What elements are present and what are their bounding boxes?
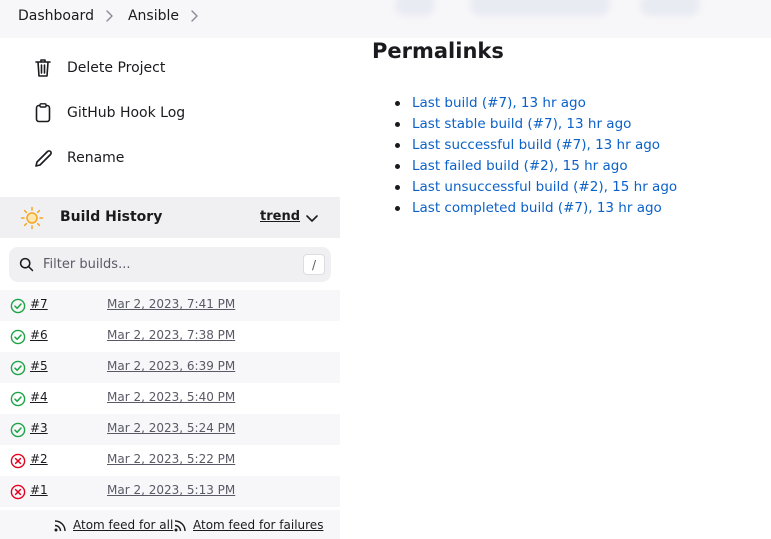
- build-row: #1 Mar 2, 2023, 5:13 PM: [0, 476, 340, 507]
- build-row: #2 Mar 2, 2023, 5:22 PM: [0, 445, 340, 476]
- permalink-link[interactable]: Last failed build (#2), 15 hr ago: [412, 158, 628, 174]
- task-label: GitHub Hook Log: [67, 105, 186, 121]
- sun-icon: [20, 206, 44, 230]
- permalink-link[interactable]: Last completed build (#7), 13 hr ago: [412, 200, 662, 216]
- permalink-link[interactable]: Last build (#7), 13 hr ago: [412, 95, 586, 111]
- trash-icon: [32, 57, 54, 79]
- atom-feed-all-link[interactable]: Atom feed for all: [54, 518, 173, 532]
- task-label: Delete Project: [67, 60, 166, 76]
- search-icon: [19, 257, 34, 272]
- build-time-link[interactable]: Mar 2, 2023, 5:24 PM: [107, 421, 235, 435]
- build-row: #6 Mar 2, 2023, 7:38 PM: [0, 321, 340, 352]
- build-time-link[interactable]: Mar 2, 2023, 7:41 PM: [107, 297, 235, 311]
- success-icon: [10, 360, 26, 376]
- permalinks-title: Permalinks: [372, 39, 504, 63]
- build-row: #5 Mar 2, 2023, 6:39 PM: [0, 352, 340, 383]
- build-row: #7 Mar 2, 2023, 7:41 PM: [0, 290, 340, 321]
- build-time-link[interactable]: Mar 2, 2023, 7:38 PM: [107, 328, 235, 342]
- success-icon: [10, 422, 26, 438]
- failed-icon: [10, 453, 26, 469]
- filter-builds-box: /: [9, 247, 331, 282]
- breadcrumb: Dashboard Ansible: [18, 8, 213, 24]
- build-number-link[interactable]: #4: [30, 390, 48, 404]
- rename-task[interactable]: Rename: [32, 143, 124, 173]
- blurred-header-content: [395, 0, 435, 16]
- blurred-header-content: [640, 0, 700, 16]
- permalink-link[interactable]: Last stable build (#7), 13 hr ago: [412, 116, 631, 132]
- chevron-down-icon[interactable]: [305, 211, 319, 225]
- success-icon: [10, 391, 26, 407]
- rss-icon: [54, 519, 66, 531]
- chevron-right-icon[interactable]: [187, 9, 201, 23]
- success-icon: [10, 329, 26, 345]
- permalink-link[interactable]: Last successful build (#7), 13 hr ago: [412, 137, 660, 153]
- blurred-header-content: [470, 0, 610, 16]
- task-label: Rename: [67, 150, 125, 166]
- build-number-link[interactable]: #7: [30, 297, 48, 311]
- filter-builds-input[interactable]: [43, 253, 293, 276]
- pencil-icon: [32, 147, 54, 169]
- failed-icon: [10, 484, 26, 500]
- build-time-link[interactable]: Mar 2, 2023, 5:40 PM: [107, 390, 235, 404]
- success-icon: [10, 298, 26, 314]
- rss-icon: [174, 519, 186, 531]
- build-list: #7 Mar 2, 2023, 7:41 PM #6 Mar 2, 2023, 7:3…: [0, 290, 340, 507]
- chevron-right-icon: [102, 9, 116, 23]
- trend-link[interactable]: trend: [260, 209, 300, 224]
- build-time-link[interactable]: Mar 2, 2023, 5:22 PM: [107, 452, 235, 466]
- delete-project-task[interactable]: Delete Project: [32, 53, 165, 83]
- build-number-link[interactable]: #6: [30, 328, 48, 342]
- sidebar: Delete Project GitHub Hook Log Rename Bu…: [0, 38, 340, 539]
- build-number-link[interactable]: #1: [30, 483, 48, 497]
- build-time-link[interactable]: Mar 2, 2023, 6:39 PM: [107, 359, 235, 373]
- feed-label: Atom feed for all: [73, 518, 174, 532]
- permalink-link[interactable]: Last unsuccessful build (#2), 15 hr ago: [412, 179, 677, 195]
- build-row: #4 Mar 2, 2023, 5:40 PM: [0, 383, 340, 414]
- feed-label: Atom feed for failures: [193, 518, 324, 532]
- clipboard-icon: [32, 102, 54, 124]
- atom-feed-failures-link[interactable]: Atom feed for failures: [174, 518, 323, 532]
- atom-feeds: Atom feed for all Atom feed for failures: [0, 510, 340, 539]
- build-number-link[interactable]: #3: [30, 421, 48, 435]
- breadcrumb-dashboard[interactable]: Dashboard: [18, 8, 94, 24]
- build-number-link[interactable]: #5: [30, 359, 48, 373]
- build-history-title: Build History: [60, 209, 163, 225]
- build-number-link[interactable]: #2: [30, 452, 48, 466]
- github-hook-log-task[interactable]: GitHub Hook Log: [32, 98, 185, 128]
- build-time-link[interactable]: Mar 2, 2023, 5:13 PM: [107, 483, 235, 497]
- breadcrumb-ansible[interactable]: Ansible: [128, 8, 179, 24]
- build-row: #3 Mar 2, 2023, 5:24 PM: [0, 414, 340, 445]
- top-bar: Dashboard Ansible: [0, 0, 771, 38]
- build-history-header: Build History trend: [0, 197, 340, 238]
- keyboard-shortcut-badge: /: [303, 254, 325, 275]
